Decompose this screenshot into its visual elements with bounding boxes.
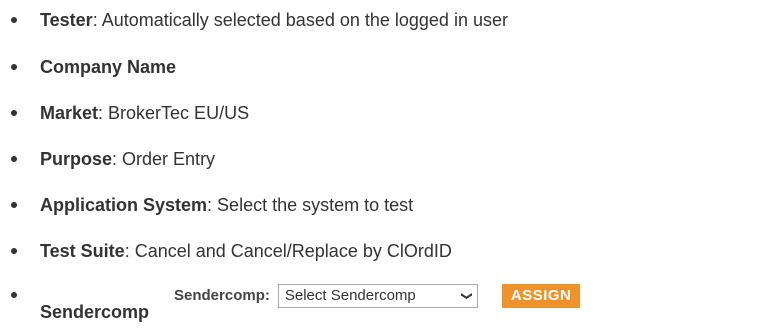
term-sendercomp: Sendercomp (40, 302, 150, 322)
bullet-icon (11, 248, 17, 254)
term-tester: Tester (40, 10, 93, 30)
term-market: Market (40, 103, 99, 123)
detail-tester: : Automatically selected based on the lo… (92, 10, 508, 30)
detail-application-system: : Select the system to test (207, 195, 414, 215)
detail-test-suite: : Cancel and Cancel/Replace by ClOrdID (124, 241, 452, 261)
sendercomp-label: Sendercomp: (174, 287, 270, 304)
bullet-icon (11, 110, 17, 116)
sendercomp-select-value: Select Sendercomp (284, 287, 416, 304)
term-test-suite: Test Suite (40, 241, 125, 261)
term-purpose: Purpose (40, 149, 113, 169)
chevron-down-icon: ❯ (460, 291, 473, 301)
bullet-icon (11, 156, 17, 162)
term-application-system: Application System (40, 195, 208, 215)
assign-button-label: ASSIGN (510, 287, 572, 304)
bullet-icon (11, 202, 17, 208)
sendercomp-select[interactable]: Select Sendercomp ❯ (277, 284, 478, 308)
bullet-icon (11, 17, 17, 23)
sendercomp-widget: Sendercomp: Select Sendercomp ❯ ASSIGN (174, 283, 581, 309)
assign-button[interactable]: ASSIGN (501, 284, 581, 308)
term-company-name: Company Name (40, 57, 177, 77)
detail-market: : BrokerTec EU/US (98, 103, 250, 123)
bullet-icon (11, 292, 17, 298)
detail-purpose: : Order Entry (112, 149, 216, 169)
bullet-icon (11, 64, 17, 70)
